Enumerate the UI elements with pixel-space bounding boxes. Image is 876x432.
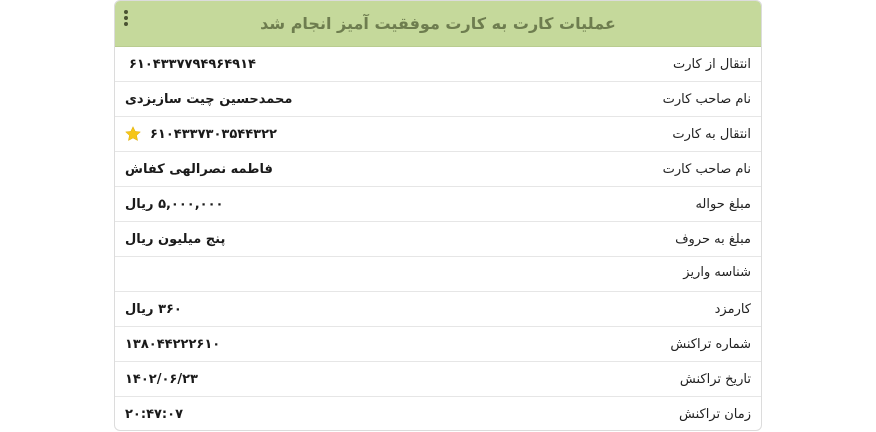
destination-card-label: انتقال به کارت — [672, 126, 751, 142]
transaction-date-value: ۱۴۰۲/۰۶/۲۳ — [125, 371, 198, 387]
star-icon[interactable] — [124, 125, 142, 143]
transaction-date-label: تاریخ تراکنش — [679, 371, 751, 387]
receipt-title: عملیات کارت به کارت موفقیت آمیز انجام شد — [260, 14, 616, 33]
transaction-time-label: زمان تراکنش — [679, 406, 751, 422]
destination-card-value: ۶۱۰۴۳۳۷۳۰۳۵۴۴۳۲۲ — [150, 126, 277, 142]
receipt-header: عملیات کارت به کارت موفقیت آمیز انجام شد — [115, 1, 761, 47]
fee-value: ۳۶۰ ریال — [125, 301, 182, 317]
source-owner-label: نام صاحب کارت — [662, 91, 751, 107]
amount-words-value: پنج میلیون ریال — [125, 231, 226, 247]
transaction-number-label: شماره تراکنش — [670, 336, 751, 352]
row-amount-words: مبلغ به حروف پنج میلیون ریال — [115, 222, 761, 257]
destination-owner-label: نام صاحب کارت — [662, 161, 751, 177]
row-transaction-time: زمان تراکنش ۲۰:۴۷:۰۷ — [115, 397, 761, 430]
source-card-label: انتقال از کارت — [673, 56, 751, 72]
amount-value: ۵,۰۰۰,۰۰۰ ریال — [125, 196, 224, 212]
row-destination-card: انتقال به کارت ۶۱۰۴۳۳۷۳۰۳۵۴۴۳۲۲ — [115, 117, 761, 152]
source-owner-value: محمدحسین چیت سازیزدی — [125, 91, 293, 107]
transaction-time-value: ۲۰:۴۷:۰۷ — [125, 406, 184, 422]
destination-owner-value: فاطمه نصرالهی کفاش — [125, 161, 273, 177]
row-transaction-number: شماره تراکنش ۱۳۸۰۴۴۲۲۲۶۱۰ — [115, 327, 761, 362]
transfer-receipt-card: عملیات کارت به کارت موفقیت آمیز انجام شد… — [114, 0, 762, 431]
receipt-details: انتقال از کارت ۶۱۰۴۳۳۷۷۹۴۹۶۴۹۱۴ نام صاحب… — [115, 47, 761, 430]
amount-label: مبلغ حواله — [695, 196, 751, 212]
row-fee: کارمزد ۳۶۰ ریال — [115, 292, 761, 327]
row-source-card: انتقال از کارت ۶۱۰۴۳۳۷۷۹۴۹۶۴۹۱۴ — [115, 47, 761, 82]
row-destination-owner: نام صاحب کارت فاطمه نصرالهی کفاش — [115, 152, 761, 187]
destination-card-value-group: ۶۱۰۴۳۳۷۳۰۳۵۴۴۳۲۲ — [124, 117, 277, 151]
transaction-number-value: ۱۳۸۰۴۴۲۲۲۶۱۰ — [125, 336, 221, 352]
row-source-owner: نام صاحب کارت محمدحسین چیت سازیزدی — [115, 82, 761, 117]
deposit-id-label: شناسه واریز — [683, 265, 751, 280]
row-amount: مبلغ حواله ۵,۰۰۰,۰۰۰ ریال — [115, 187, 761, 222]
row-transaction-date: تاریخ تراکنش ۱۴۰۲/۰۶/۲۳ — [115, 362, 761, 397]
source-card-value: ۶۱۰۴۳۳۷۷۹۴۹۶۴۹۱۴ — [129, 56, 256, 72]
fee-label: کارمزد — [714, 301, 751, 317]
amount-words-label: مبلغ به حروف — [675, 231, 751, 247]
row-deposit-id: شناسه واریز — [115, 257, 761, 292]
kebab-menu-icon[interactable] — [121, 10, 131, 30]
